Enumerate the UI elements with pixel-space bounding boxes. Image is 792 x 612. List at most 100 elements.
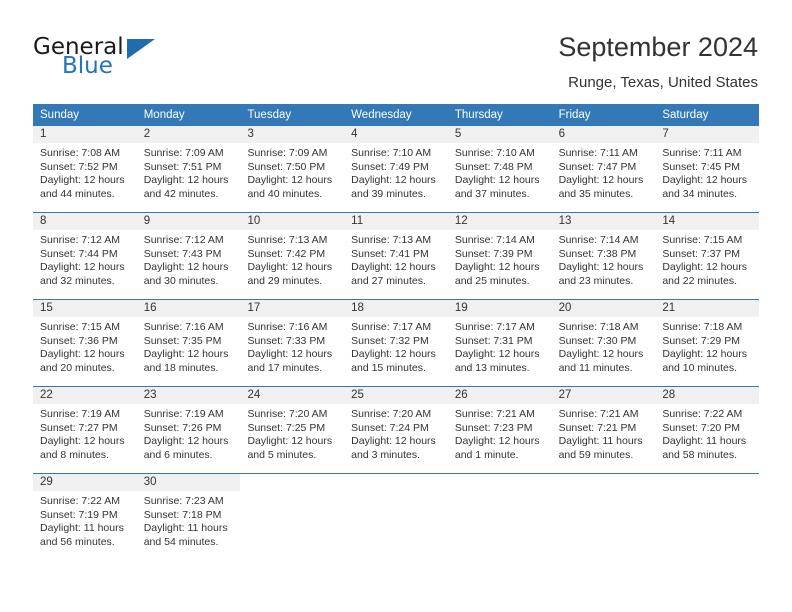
sunrise-text: Sunrise: 7:17 AM	[351, 321, 432, 333]
day-cell[interactable]: 28 Sunrise: 7:22 AM Sunset: 7:20 PM Dayl…	[655, 387, 760, 473]
day-number: 5	[447, 126, 552, 143]
day-number: 11	[344, 213, 448, 230]
day-cell[interactable]: 9 Sunrise: 7:12 AM Sunset: 7:43 PM Dayli…	[136, 213, 241, 299]
daylight-text: Daylight: 12 hours and 42 minutes.	[143, 174, 229, 200]
weekday-header-row: Sunday Monday Tuesday Wednesday Thursday…	[33, 104, 759, 126]
day-number: 13	[551, 213, 656, 230]
sunset-text: Sunset: 7:31 PM	[454, 334, 533, 347]
day-cell[interactable]: 13 Sunrise: 7:14 AM Sunset: 7:38 PM Dayl…	[551, 213, 656, 299]
day-cell[interactable]: 6 Sunrise: 7:11 AM Sunset: 7:47 PM Dayli…	[551, 126, 656, 212]
day-cell-empty	[344, 474, 448, 560]
sunrise-text: Sunrise: 7:11 AM	[662, 147, 742, 159]
sunrise-text: Sunrise: 7:19 AM	[143, 408, 224, 420]
sunrise-text: Sunrise: 7:20 AM	[351, 408, 432, 420]
sunrise-text: Sunrise: 7:18 AM	[558, 321, 639, 333]
weekday-header-thursday: Thursday	[454, 109, 503, 121]
daylight-text: Daylight: 11 hours and 54 minutes.	[143, 522, 228, 548]
sunset-text: Sunset: 7:49 PM	[351, 160, 429, 173]
day-cell[interactable]: 16 Sunrise: 7:16 AM Sunset: 7:35 PM Dayl…	[136, 300, 241, 386]
sunset-text: Sunset: 7:30 PM	[558, 334, 637, 347]
triangle-icon	[127, 39, 155, 59]
day-number: 10	[240, 213, 345, 230]
day-cell[interactable]: 19 Sunrise: 7:17 AM Sunset: 7:31 PM Dayl…	[447, 300, 552, 386]
day-cell[interactable]: 18 Sunrise: 7:17 AM Sunset: 7:32 PM Dayl…	[344, 300, 448, 386]
sunset-text: Sunset: 7:37 PM	[662, 247, 740, 260]
day-number: 1	[33, 126, 137, 143]
sunset-text: Sunset: 7:45 PM	[662, 160, 740, 173]
day-cell[interactable]: 21 Sunrise: 7:18 AM Sunset: 7:29 PM Dayl…	[655, 300, 760, 386]
day-number: 23	[136, 387, 241, 404]
weekday-header-sunday: Sunday	[40, 109, 80, 121]
day-number: 3	[240, 126, 345, 143]
day-details: Sunrise: 7:14 AM Sunset: 7:39 PM Dayligh…	[448, 230, 552, 294]
page-header: General Blue September 2024 Runge, Texas…	[0, 0, 792, 104]
day-number: 28	[655, 387, 760, 404]
day-cell[interactable]: 15 Sunrise: 7:15 AM Sunset: 7:36 PM Dayl…	[33, 300, 137, 386]
day-cell[interactable]: 1 Sunrise: 7:08 AM Sunset: 7:52 PM Dayli…	[33, 126, 137, 212]
day-cell[interactable]: 11 Sunrise: 7:13 AM Sunset: 7:41 PM Dayl…	[344, 213, 448, 299]
daylight-text: Daylight: 11 hours and 56 minutes.	[40, 522, 124, 548]
day-number: 19	[447, 300, 552, 317]
day-cell[interactable]: 26 Sunrise: 7:21 AM Sunset: 7:23 PM Dayl…	[447, 387, 552, 473]
sunrise-text: Sunrise: 7:19 AM	[40, 408, 120, 420]
day-cell-empty	[551, 474, 656, 560]
day-cell[interactable]: 8 Sunrise: 7:12 AM Sunset: 7:44 PM Dayli…	[33, 213, 137, 299]
week-row: 1 Sunrise: 7:08 AM Sunset: 7:52 PM Dayli…	[33, 126, 760, 212]
day-details: Sunrise: 7:22 AM Sunset: 7:20 PM Dayligh…	[655, 404, 759, 468]
day-cell[interactable]: 7 Sunrise: 7:11 AM Sunset: 7:45 PM Dayli…	[655, 126, 760, 212]
day-cell[interactable]: 20 Sunrise: 7:18 AM Sunset: 7:30 PM Dayl…	[551, 300, 656, 386]
day-details: Sunrise: 7:15 AM Sunset: 7:37 PM Dayligh…	[655, 230, 759, 294]
daylight-text: Daylight: 12 hours and 17 minutes.	[247, 348, 333, 374]
day-details: Sunrise: 7:22 AM Sunset: 7:19 PM Dayligh…	[33, 491, 137, 555]
day-cell[interactable]: 4 Sunrise: 7:10 AM Sunset: 7:49 PM Dayli…	[344, 126, 448, 212]
daylight-text: Daylight: 12 hours and 44 minutes.	[40, 174, 125, 200]
daylight-text: Daylight: 12 hours and 32 minutes.	[40, 261, 125, 287]
day-number: 7	[655, 126, 760, 143]
day-cell[interactable]: 5 Sunrise: 7:10 AM Sunset: 7:48 PM Dayli…	[447, 126, 552, 212]
day-cell[interactable]: 14 Sunrise: 7:15 AM Sunset: 7:37 PM Dayl…	[655, 213, 760, 299]
day-details: Sunrise: 7:12 AM Sunset: 7:44 PM Dayligh…	[33, 230, 137, 294]
week-row: 15 Sunrise: 7:15 AM Sunset: 7:36 PM Dayl…	[33, 299, 760, 386]
sunset-text: Sunset: 7:25 PM	[247, 421, 326, 434]
sunset-text: Sunset: 7:51 PM	[143, 160, 222, 173]
brand-logo[interactable]: General Blue	[33, 34, 273, 90]
day-cell[interactable]: 29 Sunrise: 7:22 AM Sunset: 7:19 PM Dayl…	[33, 474, 137, 560]
sunset-text: Sunset: 7:48 PM	[454, 160, 533, 173]
day-cell[interactable]: 22 Sunrise: 7:19 AM Sunset: 7:27 PM Dayl…	[33, 387, 137, 473]
day-cell[interactable]: 23 Sunrise: 7:19 AM Sunset: 7:26 PM Dayl…	[136, 387, 241, 473]
day-cell[interactable]: 3 Sunrise: 7:09 AM Sunset: 7:50 PM Dayli…	[240, 126, 345, 212]
day-cell-empty	[447, 474, 552, 560]
sunrise-text: Sunrise: 7:12 AM	[40, 234, 120, 246]
day-cell[interactable]: 12 Sunrise: 7:14 AM Sunset: 7:39 PM Dayl…	[447, 213, 552, 299]
day-cell[interactable]: 30 Sunrise: 7:23 AM Sunset: 7:18 PM Dayl…	[136, 474, 241, 560]
sunset-text: Sunset: 7:32 PM	[351, 334, 429, 347]
sunrise-text: Sunrise: 7:15 AM	[662, 234, 743, 246]
daylight-text: Daylight: 11 hours and 59 minutes.	[558, 435, 643, 461]
day-details: Sunrise: 7:12 AM Sunset: 7:43 PM Dayligh…	[137, 230, 241, 294]
daylight-text: Daylight: 11 hours and 58 minutes.	[662, 435, 747, 461]
sunset-text: Sunset: 7:43 PM	[143, 247, 222, 260]
day-details: Sunrise: 7:19 AM Sunset: 7:27 PM Dayligh…	[33, 404, 137, 468]
day-details: Sunrise: 7:09 AM Sunset: 7:51 PM Dayligh…	[137, 143, 241, 207]
day-details: Sunrise: 7:15 AM Sunset: 7:36 PM Dayligh…	[33, 317, 137, 381]
sunset-text: Sunset: 7:47 PM	[558, 160, 637, 173]
day-details: Sunrise: 7:16 AM Sunset: 7:33 PM Dayligh…	[240, 317, 344, 381]
sunrise-text: Sunrise: 7:11 AM	[558, 147, 638, 159]
sunrise-text: Sunrise: 7:14 AM	[454, 234, 535, 246]
weekday-header-friday: Friday	[558, 109, 591, 121]
sunset-text: Sunset: 7:24 PM	[351, 421, 429, 434]
day-cell[interactable]: 10 Sunrise: 7:13 AM Sunset: 7:42 PM Dayl…	[240, 213, 345, 299]
day-cell[interactable]: 2 Sunrise: 7:09 AM Sunset: 7:51 PM Dayli…	[136, 126, 241, 212]
day-details: Sunrise: 7:11 AM Sunset: 7:47 PM Dayligh…	[552, 143, 656, 207]
day-number: 15	[33, 300, 137, 317]
sunset-text: Sunset: 7:33 PM	[247, 334, 326, 347]
day-cell[interactable]: 17 Sunrise: 7:16 AM Sunset: 7:33 PM Dayl…	[240, 300, 345, 386]
day-cell[interactable]: 24 Sunrise: 7:20 AM Sunset: 7:25 PM Dayl…	[240, 387, 345, 473]
day-details: Sunrise: 7:10 AM Sunset: 7:48 PM Dayligh…	[448, 143, 552, 207]
sunrise-text: Sunrise: 7:12 AM	[143, 234, 224, 246]
day-cell[interactable]: 25 Sunrise: 7:20 AM Sunset: 7:24 PM Dayl…	[344, 387, 448, 473]
daylight-text: Daylight: 12 hours and 39 minutes.	[351, 174, 436, 200]
sunrise-text: Sunrise: 7:22 AM	[40, 495, 120, 507]
day-number: 22	[33, 387, 137, 404]
day-cell[interactable]: 27 Sunrise: 7:21 AM Sunset: 7:21 PM Dayl…	[551, 387, 656, 473]
